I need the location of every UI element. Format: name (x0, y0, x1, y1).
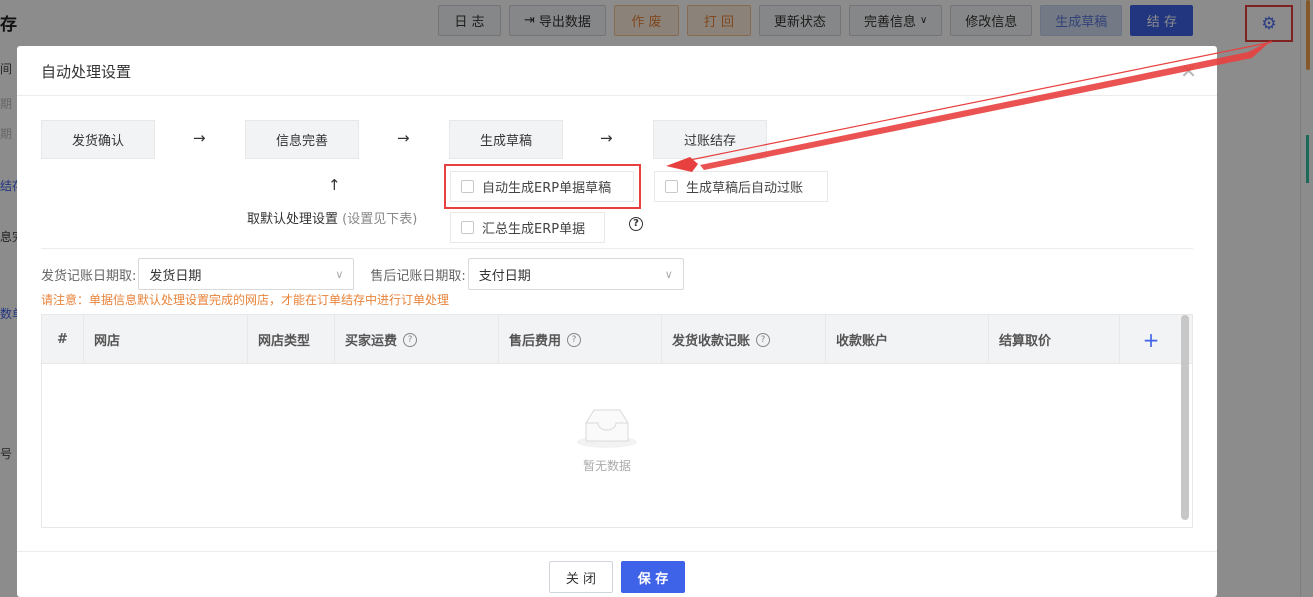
process-flow: 发货确认 → 信息完善 → 生成草稿 → 过账结存 ↑ 取默认处理设置 (设置见… (41, 120, 1191, 250)
step-shipping-confirm: 发货确认 (41, 120, 155, 159)
table-header: # 网店 网店类型 买家运费? 售后费用? 发货收款记账? 收款账户 结算取价 … (42, 315, 1192, 364)
column-header: 买家运费? (335, 315, 499, 364)
arrow-right-icon: → (193, 129, 206, 147)
help-icon[interactable]: ? (567, 332, 582, 347)
column-header: 发货收款记账? (662, 315, 826, 364)
step-info-complete: 信息完善 (245, 120, 359, 159)
help-icon[interactable]: ? (756, 332, 771, 347)
date-filter-row: 发货记账日期取: 发货日期 ∨ 售后记账日期取: 支付日期 ∨ (41, 258, 684, 290)
arrow-right-icon: → (600, 129, 613, 147)
close-icon[interactable]: ✕ (1180, 59, 1197, 83)
default-setting-label: 取默认处理设置 (设置见下表) (247, 212, 418, 227)
column-header: 网店 (84, 315, 248, 364)
column-header: 收款账户 (826, 315, 989, 364)
summary-generate-erp-option[interactable]: 汇总生成ERP单据 (450, 212, 605, 243)
column-header: 结算取价 (989, 315, 1120, 364)
highlight-frame (444, 164, 641, 209)
aftersale-date-select[interactable]: 支付日期 ∨ (467, 258, 684, 290)
checkbox[interactable] (461, 221, 474, 234)
column-header: 售后费用? (499, 315, 662, 364)
empty-state: 暂无数据 (562, 405, 652, 474)
plus-icon: + (1142, 327, 1160, 352)
empty-inbox-icon (576, 405, 638, 449)
dialog-title: 自动处理设置 (41, 63, 132, 81)
empty-text: 暂无数据 (582, 459, 631, 473)
shipping-date-label: 发货记账日期取: (41, 268, 137, 284)
notice-text: 请注意：单据信息默认处理设置完成的网店，才能在订单结存中进行订单处理 (41, 293, 450, 307)
column-header: # (42, 315, 84, 364)
save-button[interactable]: 保 存 (621, 561, 685, 593)
arrow-right-icon: → (397, 129, 410, 147)
column-header: 网店类型 (248, 315, 335, 364)
aftersale-date-label: 售后记账日期取: (370, 268, 466, 284)
add-row-button[interactable]: + (1120, 315, 1182, 364)
checkbox[interactable] (665, 180, 678, 193)
step-post-close-out: 过账结存 (653, 120, 767, 159)
arrow-up-icon: ↑ (328, 176, 341, 194)
auto-process-settings-dialog: 自动处理设置 ✕ 发货确认 → 信息完善 → 生成草稿 → 过账结存 ↑ 取默认… (17, 46, 1217, 597)
divider (41, 248, 1193, 249)
shop-settings-table: # 网店 网店类型 买家运费? 售后费用? 发货收款记账? 收款账户 结算取价 … (41, 314, 1193, 528)
table-scrollbar[interactable] (1181, 315, 1189, 520)
dialog-header: 自动处理设置 ✕ (17, 46, 1217, 96)
shipping-date-select[interactable]: 发货日期 ∨ (138, 258, 355, 290)
step-generate-draft: 生成草稿 (449, 120, 563, 159)
chevron-down-icon: ∨ (335, 267, 344, 281)
close-button[interactable]: 关 闭 (549, 561, 613, 593)
help-icon[interactable]: ? (403, 332, 418, 347)
auto-post-after-draft-option[interactable]: 生成草稿后自动过账 (654, 171, 828, 202)
help-icon[interactable]: ? (629, 217, 643, 231)
chevron-down-icon: ∨ (664, 267, 673, 281)
dialog-footer: 关 闭 保 存 (17, 551, 1217, 597)
